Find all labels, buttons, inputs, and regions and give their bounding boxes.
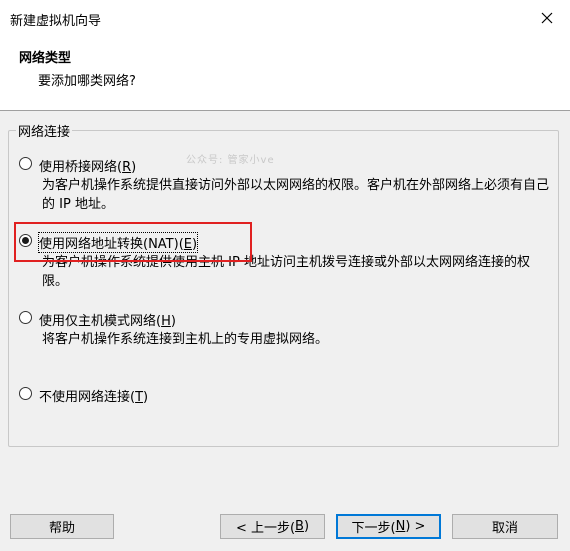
wizard-header: 网络类型 要添加哪类网络? — [0, 36, 570, 111]
radio-bridged[interactable] — [19, 157, 32, 170]
option-host-only-description: 将客户机操作系统连接到主机上的专用虚拟网络。 — [42, 332, 329, 347]
close-icon — [541, 12, 553, 24]
watermark-text: 公众号: 管家小ve — [186, 155, 275, 166]
option-no-network-label[interactable]: 不使用网络连接(T) — [39, 386, 148, 405]
radio-host-only[interactable] — [19, 311, 32, 324]
back-button[interactable]: < 上一步(B) — [220, 514, 325, 539]
title-bar: 新建虚拟机向导 — [0, 0, 570, 36]
radio-no-network[interactable] — [19, 387, 32, 400]
page-title: 网络类型 — [19, 51, 72, 66]
cancel-button[interactable]: 取消 — [452, 514, 558, 539]
option-host-only-label[interactable]: 使用仅主机模式网络(H) — [39, 310, 176, 329]
page-subtitle: 要添加哪类网络? — [38, 74, 136, 89]
option-bridged-description: 为客户机操作系统提供直接访问外部以太网网络的权限。客户机在外部网络上必须有自己的… — [42, 178, 550, 212]
close-button[interactable] — [524, 0, 570, 36]
window-title: 新建虚拟机向导 — [10, 14, 102, 29]
option-bridged-label[interactable]: 使用桥接网络(R) — [39, 156, 136, 175]
annotation-highlight-box — [14, 222, 252, 262]
group-label: 网络连接 — [16, 121, 73, 140]
next-button[interactable]: 下一步(N) > — [336, 514, 441, 539]
help-button[interactable]: 帮助 — [10, 514, 114, 539]
